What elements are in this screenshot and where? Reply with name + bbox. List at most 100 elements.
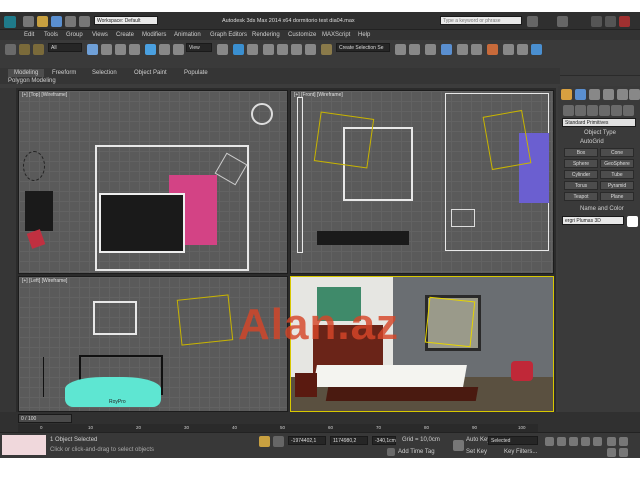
material-editor-icon[interactable] [487,44,498,55]
selection-filter-dropdown[interactable]: All [48,43,82,52]
search-field[interactable]: Type a keyword or phrase [440,16,522,25]
pan-icon[interactable] [619,437,628,446]
snap-icon[interactable] [263,44,274,55]
name-color-rollout[interactable]: Name and Color [580,206,624,212]
key-mode-icon[interactable] [453,440,464,451]
set-key-button[interactable]: Set Key [466,449,487,455]
viewport-front[interactable]: [+] [Front] [Wireframe] [290,90,554,274]
select-manipulate-icon[interactable] [233,44,244,55]
minimize-icon[interactable] [591,16,602,27]
tube-button[interactable]: Tube [600,170,634,179]
menu-item[interactable]: Rendering [252,32,280,38]
save-file-icon[interactable] [51,16,62,27]
next-frame-icon[interactable] [581,437,590,446]
ribbon-tab-populate[interactable]: Populate [184,70,208,76]
spacewarps-icon[interactable] [623,105,634,116]
orbit-icon[interactable] [607,448,616,457]
box-button[interactable]: Box [564,148,598,157]
menu-item[interactable]: Group [66,32,83,38]
pivot-icon[interactable] [217,44,228,55]
lock-selection-icon[interactable] [259,436,270,447]
menu-item[interactable]: Views [92,32,108,38]
percent-snap-icon[interactable] [291,44,302,55]
ribbon-tab-freeform[interactable]: Freeform [52,70,76,76]
ribbon-tab-selection[interactable]: Selection [92,70,117,76]
open-file-icon[interactable] [37,16,48,27]
named-selection-dropdown[interactable]: Create Selection Se [336,43,390,52]
object-name-field[interactable]: ergri Plumas 3D [562,216,624,225]
menu-item[interactable]: Edit [24,32,34,38]
viewport-label[interactable]: [+] [Top] [Wireframe] [22,92,67,98]
maxscript-listener[interactable] [2,435,46,455]
time-slider[interactable]: 0 / 100 [18,414,72,423]
move-icon[interactable] [145,44,156,55]
hierarchy-tab-icon[interactable] [589,89,600,100]
select-by-name-icon[interactable] [101,44,112,55]
go-to-end-icon[interactable] [593,437,602,446]
redo-icon[interactable] [79,16,90,27]
close-icon[interactable] [619,16,630,27]
key-filters-button[interactable]: Key Filters... [504,449,537,455]
undo-icon[interactable] [65,16,76,27]
y-coordinate-field[interactable]: 1174980,2 [330,436,368,445]
x-coordinate-field[interactable]: -1974402,1 [288,436,326,445]
spinner-snap-icon[interactable] [305,44,316,55]
link-icon[interactable] [19,44,30,55]
modify-tab-icon[interactable] [575,89,586,100]
graphite-tools-icon[interactable] [441,44,452,55]
geosphere-button[interactable]: GeoSphere [600,159,634,168]
previous-frame-icon[interactable] [557,437,566,446]
angle-snap-icon[interactable] [277,44,288,55]
search-icon[interactable] [527,16,538,27]
workspace-dropdown[interactable]: Workspace: Default [94,16,158,25]
teapot-button[interactable]: Teapot [564,192,598,201]
utilities-tab-icon[interactable] [629,89,640,100]
track-bar[interactable] [18,424,538,432]
absolute-mode-icon[interactable] [273,436,284,447]
window-crossing-icon[interactable] [129,44,140,55]
selected-dropdown[interactable]: Selected [488,436,538,445]
auto-key-button[interactable]: Auto Key [466,437,490,443]
z-coordinate-field[interactable]: -340,1cm [372,436,396,445]
ribbon-tab-object-paint[interactable]: Object Paint [134,70,167,76]
menu-item[interactable]: Modifiers [142,32,166,38]
maximize-icon[interactable] [605,16,616,27]
autogrid-checkbox[interactable]: AutoGrid [580,139,604,145]
rotate-icon[interactable] [159,44,170,55]
menu-item[interactable]: MAXScript [322,32,350,38]
plane-button[interactable]: Plane [600,192,634,201]
go-to-start-icon[interactable] [545,437,554,446]
object-type-rollout[interactable]: Object Type [584,130,616,136]
primitive-type-dropdown[interactable]: Standard Primitives [562,118,636,127]
shapes-icon[interactable] [575,105,586,116]
cone-button[interactable]: Cone [600,148,634,157]
viewport-top[interactable]: [+] [Top] [Wireframe] [18,90,288,274]
viewport-label[interactable]: [+] [Left] [Wireframe] [22,278,67,284]
keyboard-shortcut-icon[interactable] [247,44,258,55]
menu-item[interactable]: Tools [44,32,58,38]
layer-manager-icon[interactable] [425,44,436,55]
render-setup-icon[interactable] [503,44,514,55]
display-tab-icon[interactable] [617,89,628,100]
menu-item[interactable]: Help [358,32,370,38]
render-production-icon[interactable] [531,44,542,55]
cylinder-button[interactable]: Cylinder [564,170,598,179]
add-time-tag[interactable]: Add Time Tag [398,449,435,455]
menu-item[interactable]: Customize [288,32,316,38]
zoom-icon[interactable] [607,437,616,446]
curve-editor-icon[interactable] [457,44,468,55]
rendered-frame-icon[interactable] [517,44,528,55]
add-time-tag-icon[interactable] [387,448,395,456]
quick-access-icon[interactable] [23,16,34,27]
max-logo-icon[interactable] [4,16,16,28]
unlink-icon[interactable] [33,44,44,55]
undo-tool-icon[interactable] [5,44,16,55]
help-icon[interactable] [557,16,568,27]
pyramid-button[interactable]: Pyramid [600,181,634,190]
object-color-swatch[interactable] [627,216,638,227]
torus-button[interactable]: Torus [564,181,598,190]
helpers-icon[interactable] [611,105,622,116]
schematic-view-icon[interactable] [471,44,482,55]
geometry-icon[interactable] [563,105,574,116]
select-object-icon[interactable] [87,44,98,55]
